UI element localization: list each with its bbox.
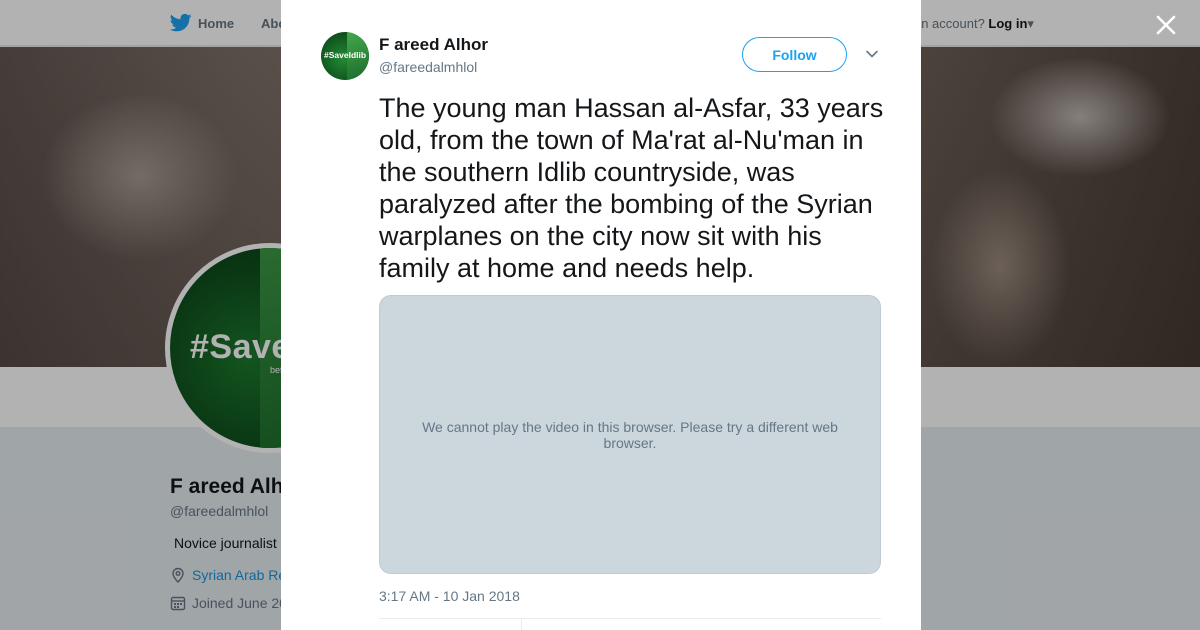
author-avatar-text: #SaveIdlib [324,50,367,60]
video-player[interactable]: We cannot play the video in this browser… [379,295,881,574]
follow-button[interactable]: Follow [742,37,847,72]
author-handle[interactable]: @fareedalmhlol [379,59,477,75]
author-avatar[interactable]: #SaveIdlib [321,32,369,80]
author-name[interactable]: F areed Alhor [379,35,488,55]
tweet-text: The young man Hassan al-Asfar, 33 years … [379,93,884,283]
tweet-modal: #SaveIdlib F areed Alhor @fareedalmhlol … [281,0,921,630]
chevron-down-icon [866,50,878,58]
close-button[interactable] [1152,11,1180,39]
tweet-timestamp[interactable]: 3:17 AM - 10 Jan 2018 [379,588,520,604]
video-error-message: We cannot play the video in this browser… [422,418,838,451]
close-icon [1156,15,1176,35]
stats-divider [379,618,881,619]
stats-separator [521,619,522,630]
more-options-button[interactable] [864,46,880,62]
